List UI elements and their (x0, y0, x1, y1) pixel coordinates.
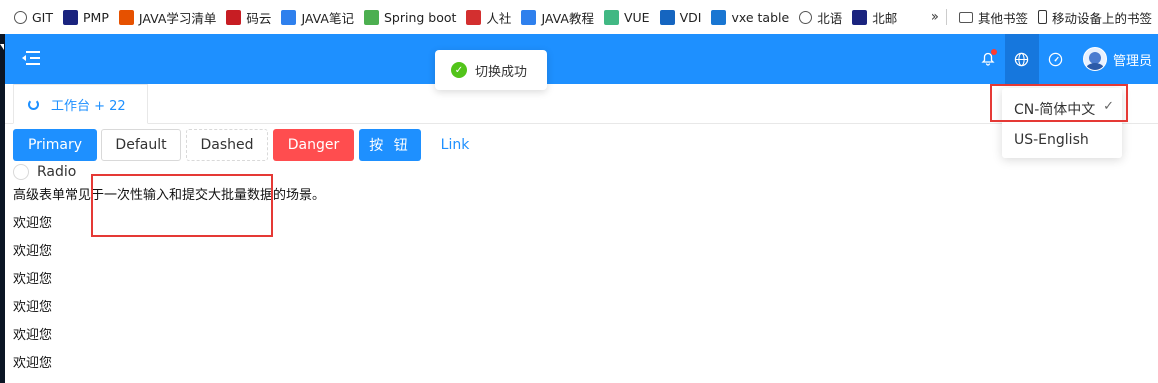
link-button[interactable]: Link (430, 129, 480, 161)
avatar[interactable] (1082, 47, 1107, 71)
danger-button[interactable]: Danger (273, 129, 354, 161)
bookmarks-divider (945, 9, 947, 25)
welcome-line: 欢迎您 (13, 216, 53, 231)
dashed-button[interactable]: Dashed (186, 129, 268, 161)
toast-message: 切换成功 (475, 64, 528, 80)
bookmark-label: vxe table (731, 9, 790, 25)
bookmark-label: 人社 (486, 10, 512, 26)
bookmark-label: 北语 (817, 10, 843, 26)
bookmarks-bar: GIT PMP JAVA学习清单 码云 JAVA笔记 Spring boot 人社 JAVA教… (0, 0, 1158, 34)
radio-option[interactable]: Radio (13, 163, 76, 181)
welcome-line: 欢迎您 (13, 300, 53, 315)
bookmark-item[interactable]: JAVA教程 (517, 5, 598, 29)
tab-workbench[interactable]: 工作台 + 22 (13, 84, 148, 124)
bookmark-label: JAVA教程 (541, 10, 594, 26)
bookmark-label: JAVA学习清单 (138, 10, 217, 26)
bookmark-item[interactable]: 北邮 (848, 5, 901, 29)
party-icon (466, 9, 482, 25)
notification-button[interactable] (971, 34, 1005, 84)
bookmark-item[interactable]: JAVA学习清单 (115, 5, 221, 29)
language-button[interactable] (1004, 34, 1039, 84)
loading-icon (28, 98, 39, 110)
doc-icon (281, 9, 297, 25)
radio-label: Radio (37, 164, 77, 180)
phone-icon (1037, 10, 1047, 24)
other-bookmarks-folder[interactable]: 其他书签 (955, 5, 1032, 29)
vue-icon (603, 9, 619, 25)
language-option-en[interactable]: US-English (1002, 125, 1122, 155)
vdi-icon (659, 9, 675, 25)
mobile-bookmarks-folder[interactable]: 移动设备上的书签 (1034, 5, 1156, 29)
bookmark-label: VUE (623, 9, 650, 25)
folder-icon (958, 11, 973, 23)
bookmark-label: PMP (83, 9, 109, 25)
welcome-line: 欢迎您 (13, 272, 53, 287)
bookmark-item[interactable]: 人社 (462, 5, 515, 29)
gauge-icon (1049, 52, 1063, 66)
mobile-bookmarks-label: 移动设备上的书签 (1051, 10, 1152, 26)
bupt-icon (852, 9, 868, 25)
bookmark-label: VDI (679, 9, 702, 25)
bookmark-item[interactable]: GIT (10, 5, 57, 29)
header-actions: 管理员 (971, 34, 1158, 84)
sidebar-caret-icon (0, 44, 4, 50)
bookmark-item[interactable]: PMP (59, 5, 113, 29)
bookmark-item[interactable]: VDI (656, 5, 706, 29)
pm-logo-icon (63, 9, 79, 25)
welcome-line: 欢迎您 (13, 356, 53, 371)
bookmark-label: Spring boot (383, 9, 457, 25)
welcome-line: 欢迎您 (13, 328, 53, 343)
csdn-icon (118, 9, 134, 25)
dashboard-button[interactable] (1039, 34, 1073, 84)
bookmark-label: 北邮 (872, 10, 898, 26)
more-bookmarks-icon[interactable]: ›› (931, 9, 939, 25)
bookmark-label: 码云 (246, 10, 272, 26)
bookmark-item[interactable]: JAVA笔记 (277, 5, 358, 29)
menu-collapse-icon[interactable] (22, 50, 40, 66)
highlight-box-language (990, 84, 1128, 122)
welcome-line: 欢迎您 (13, 244, 53, 259)
other-bookmarks-label: 其他书签 (977, 10, 1028, 26)
username-label[interactable]: 管理员 (1113, 50, 1152, 69)
gitee-icon (226, 9, 242, 25)
bookmark-label: JAVA笔记 (301, 10, 354, 26)
vxe-icon (711, 9, 727, 25)
bookmark-label: GIT (32, 9, 54, 25)
bookmark-item[interactable]: 北语 (795, 5, 846, 29)
default-button[interactable]: Default (101, 129, 181, 161)
tab-label: 工作台 + 22 (51, 98, 126, 114)
highlight-box-text (91, 174, 273, 237)
tab-bar: 工作台 + 22 (5, 84, 1158, 124)
avatar-icon (363, 9, 379, 25)
bookmark-list: GIT PMP JAVA学习清单 码云 JAVA笔记 Spring boot 人社 JAVA教… (0, 5, 903, 29)
notification-dot (990, 49, 997, 55)
globe-icon (14, 10, 27, 24)
globe-icon (1015, 52, 1029, 66)
bookmark-item[interactable]: VUE (600, 5, 654, 29)
an-niu-button[interactable]: 按 钮 (359, 129, 421, 161)
bookmark-item[interactable]: Spring boot (360, 5, 460, 29)
language-option-en-label: US-English (1014, 132, 1089, 148)
doc-icon (521, 9, 537, 25)
globe-icon (799, 10, 813, 24)
bookmark-item[interactable]: vxe table (707, 5, 793, 29)
primary-button[interactable]: Primary (13, 129, 97, 161)
bookmarks-right: ›› 其他书签 移动设备上的书签 (931, 0, 1158, 34)
radio-circle[interactable] (13, 164, 29, 180)
bookmark-item[interactable]: 码云 (222, 5, 275, 29)
check-circle-icon: ✓ (451, 62, 467, 78)
